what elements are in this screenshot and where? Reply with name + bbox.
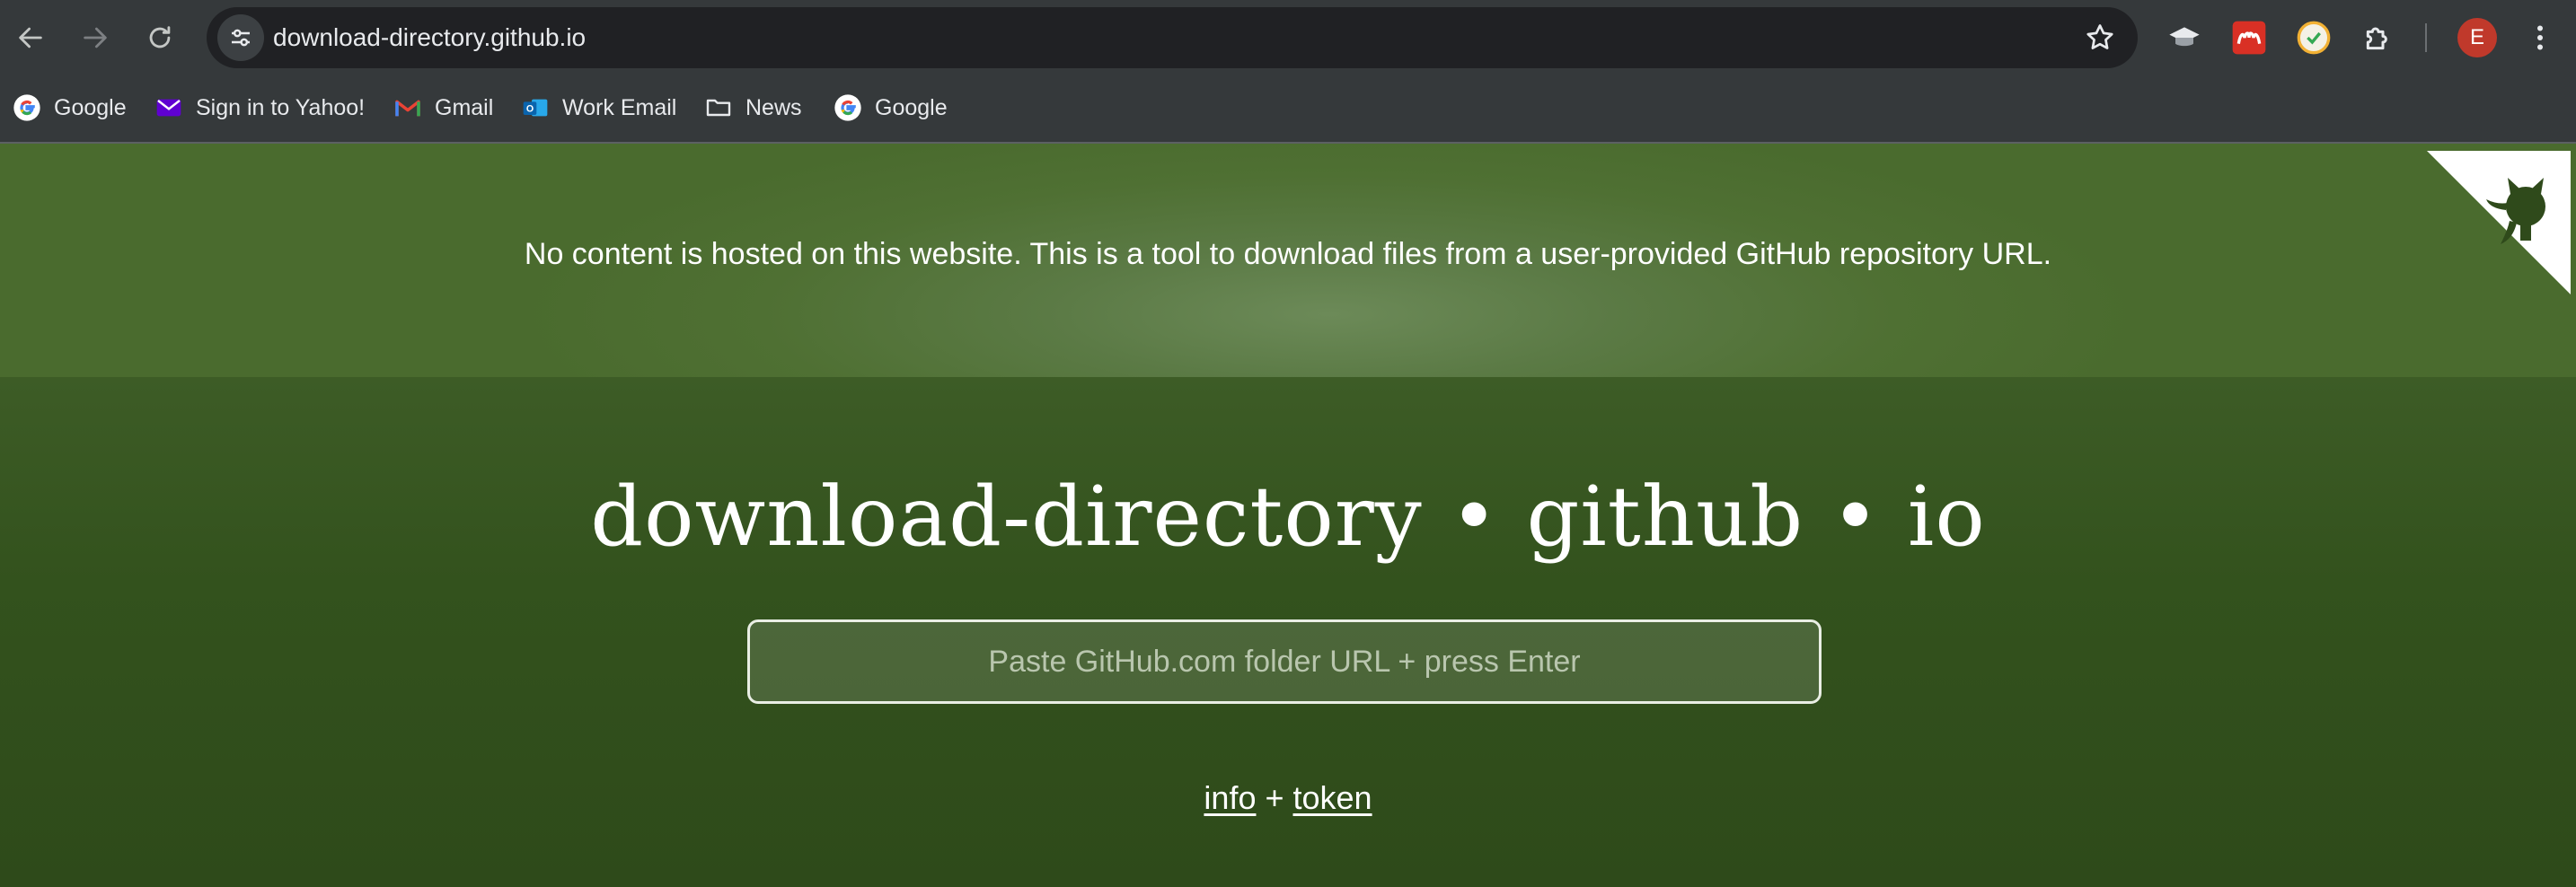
- puzzle-piece-icon: [2366, 27, 2387, 50]
- url-text[interactable]: download-directory.github.io: [273, 7, 586, 68]
- tune-icon: [232, 29, 250, 47]
- bookmark-label: Work Email: [562, 94, 677, 120]
- profile-avatar[interactable]: E: [2457, 18, 2497, 57]
- notice-text: No content is hosted on this website. Th…: [524, 237, 2052, 271]
- more-vert-icon: [2537, 25, 2543, 50]
- bookmark-google-2[interactable]: Google: [834, 88, 948, 127]
- forward-arrow-icon: [84, 27, 107, 48]
- folder-icon: [704, 93, 733, 122]
- reload-icon: [149, 26, 171, 48]
- bookmark-yahoo[interactable]: Sign in to Yahoo!: [154, 88, 365, 127]
- google-icon: [13, 93, 41, 122]
- bookmark-star-button[interactable]: [2082, 20, 2118, 56]
- bookmark-label: Gmail: [435, 94, 494, 120]
- browser-menu-button[interactable]: [2522, 18, 2558, 57]
- bookmark-google[interactable]: Google: [13, 88, 127, 127]
- bookmarks-bar: Google Sign in to Yahoo! Gmail O Work Em…: [0, 75, 2576, 144]
- outlook-icon: O: [521, 93, 550, 122]
- bookmark-folder-news[interactable]: News: [704, 88, 802, 127]
- graduation-cap-icon: [2169, 27, 2200, 47]
- page-content: No content is hosted on this website. Th…: [0, 144, 2576, 887]
- bookmark-label: Google: [875, 94, 948, 120]
- forward-button[interactable]: [70, 13, 120, 63]
- reload-button[interactable]: [135, 13, 185, 63]
- bookmark-label: News: [745, 94, 802, 120]
- extension-clock[interactable]: [2294, 18, 2333, 57]
- address-bar[interactable]: download-directory.github.io: [207, 7, 2138, 68]
- yahoo-mail-icon: [154, 93, 183, 122]
- github-corner-link[interactable]: [2427, 151, 2571, 294]
- star-icon: [2086, 24, 2113, 49]
- browser-toolbar: download-directory.github.io E: [0, 0, 2576, 75]
- clock-check-icon: [2297, 21, 2331, 55]
- google-icon: [834, 93, 862, 122]
- link-separator: +: [1265, 779, 1284, 816]
- gmail-icon: [393, 93, 422, 122]
- site-info-button[interactable]: [217, 14, 264, 61]
- back-arrow-icon: [19, 27, 42, 48]
- back-button[interactable]: [5, 13, 56, 63]
- info-link[interactable]: info: [1204, 779, 1256, 816]
- notice-banner: No content is hosted on this website. Th…: [0, 144, 2576, 377]
- bookmark-label: Google: [54, 94, 127, 120]
- bookmark-work-email[interactable]: O Work Email: [521, 88, 676, 127]
- extension-mendeley[interactable]: [2229, 18, 2269, 57]
- page-title: download-directory • github • io: [590, 469, 1986, 565]
- github-url-input[interactable]: [747, 619, 1822, 704]
- github-octocat-icon: [2427, 151, 2571, 294]
- toolbar-divider: [2425, 23, 2427, 52]
- footer-links: info + token: [0, 779, 2576, 817]
- mendeley-icon: [2232, 21, 2266, 55]
- extension-graduation-cap[interactable]: [2165, 18, 2204, 57]
- bookmark-gmail[interactable]: Gmail: [393, 88, 493, 127]
- extensions-menu-button[interactable]: [2359, 18, 2398, 57]
- svg-text:O: O: [526, 104, 534, 115]
- token-link[interactable]: token: [1293, 779, 1372, 816]
- bookmark-label: Sign in to Yahoo!: [196, 94, 366, 120]
